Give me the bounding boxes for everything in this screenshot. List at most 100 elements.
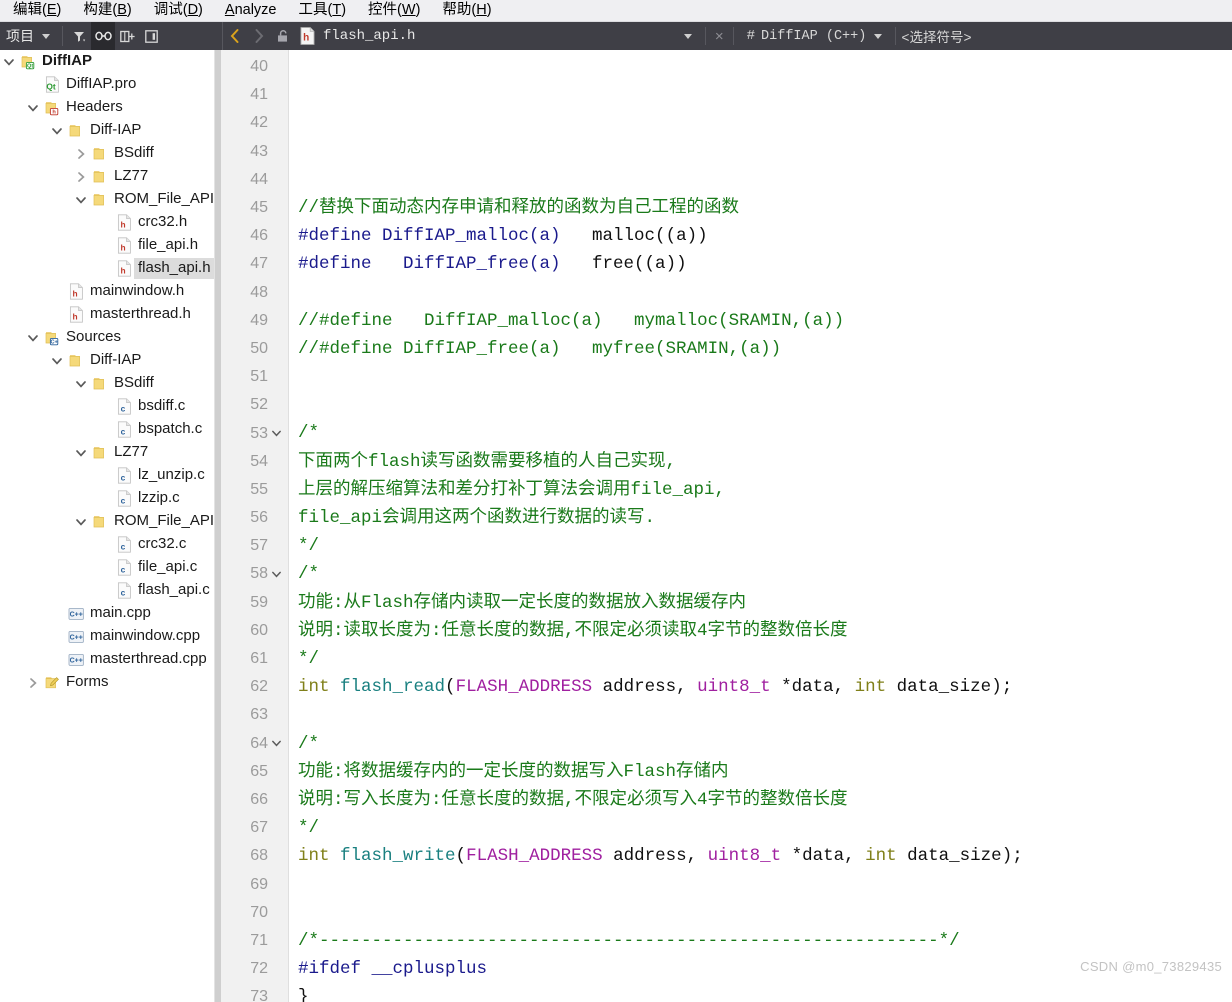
- close-sidebar-icon[interactable]: [139, 22, 163, 50]
- context-combo-dropdown[interactable]: [866, 22, 890, 50]
- tree-item-mainwindow.cpp[interactable]: C++ mainwindow.cpp: [0, 625, 221, 648]
- link-with-editor-icon[interactable]: [91, 22, 115, 50]
- project-selector-dropdown[interactable]: [34, 22, 58, 50]
- code-line-58[interactable]: /*: [298, 560, 1232, 588]
- chevron-down-icon[interactable]: [24, 97, 42, 119]
- tree-item-lzzip.c[interactable]: c lzzip.c: [0, 487, 221, 510]
- tree-item-flash_api.c[interactable]: c flash_api.c: [0, 579, 221, 602]
- menu-item-工具[interactable]: 工具(T): [287, 0, 357, 21]
- tree-item-DiffIAP.pro[interactable]: Qt DiffIAP.pro: [0, 73, 221, 96]
- code-line-70[interactable]: [298, 899, 1232, 927]
- code-line-65[interactable]: 功能:将数据缓存内的一定长度的数据写入Flash存储内: [298, 758, 1232, 786]
- tree-item-main.cpp[interactable]: C++ main.cpp: [0, 602, 221, 625]
- tree-item-LZ77[interactable]: LZ77: [0, 441, 221, 464]
- code-line-55[interactable]: 上层的解压缩算法和差分打补丁算法会调用file_api,: [298, 476, 1232, 504]
- navigate-back-icon[interactable]: [223, 22, 247, 50]
- context-combo[interactable]: DiffIAP (C++): [761, 29, 866, 44]
- code-line-62[interactable]: int flash_read(FLASH_ADDRESS address, ui…: [298, 673, 1232, 701]
- code-line-46[interactable]: #define DiffIAP_malloc(a) malloc((a)): [298, 222, 1232, 250]
- code-line-67[interactable]: */: [298, 814, 1232, 842]
- tree-item-bsdiff.c[interactable]: c bsdiff.c: [0, 395, 221, 418]
- tree-item-crc32.c[interactable]: c crc32.c: [0, 533, 221, 556]
- chevron-down-icon[interactable]: [24, 327, 42, 349]
- tree-item-file_api.h[interactable]: h file_api.h: [0, 234, 221, 257]
- tree-item-lz_unzip.c[interactable]: c lz_unzip.c: [0, 464, 221, 487]
- filter-icon[interactable]: [67, 22, 91, 50]
- code-line-44[interactable]: [298, 166, 1232, 194]
- code-line-41[interactable]: [298, 81, 1232, 109]
- code-line-51[interactable]: [298, 363, 1232, 391]
- code-line-57[interactable]: */: [298, 532, 1232, 560]
- tree-item-BSdiff[interactable]: BSdiff: [0, 372, 221, 395]
- code-line-73[interactable]: }: [298, 983, 1232, 1002]
- chevron-down-icon[interactable]: [72, 511, 90, 533]
- unlocked-icon[interactable]: [271, 22, 295, 50]
- code-line-52[interactable]: [298, 391, 1232, 419]
- code-line-50[interactable]: //#define DiffIAP_free(a) myfree(SRAMIN,…: [298, 335, 1232, 363]
- code-line-45[interactable]: //替换下面动态内存申请和释放的函数为自己工程的函数: [298, 194, 1232, 222]
- tree-item-crc32.h[interactable]: h crc32.h: [0, 211, 221, 234]
- code-line-71[interactable]: /*--------------------------------------…: [298, 927, 1232, 955]
- code-line-68[interactable]: int flash_write(FLASH_ADDRESS address, u…: [298, 842, 1232, 870]
- navigate-forward-icon[interactable]: [247, 22, 271, 50]
- fold-collapse-icon[interactable]: [268, 428, 284, 439]
- menu-item-控件[interactable]: 控件(W): [357, 0, 431, 21]
- project-selector-label[interactable]: 项目: [0, 26, 34, 46]
- tree-item-Forms[interactable]: Forms: [0, 671, 221, 694]
- code-line-60[interactable]: 说明:读取长度为:任意长度的数据,不限定必须读取4字节的整数倍长度: [298, 617, 1232, 645]
- code-line-47[interactable]: #define DiffIAP_free(a) free((a)): [298, 250, 1232, 278]
- chevron-right-icon[interactable]: [24, 672, 42, 694]
- sidebar-scrollbar[interactable]: [214, 50, 221, 1002]
- code-line-43[interactable]: [298, 138, 1232, 166]
- file-list-dropdown[interactable]: [676, 22, 700, 50]
- code-line-54[interactable]: 下面两个flash读写函数需要移植的人自己实现,: [298, 448, 1232, 476]
- chevron-down-icon[interactable]: [72, 442, 90, 464]
- chevron-down-icon[interactable]: [72, 373, 90, 395]
- menu-item-构建[interactable]: 构建(B): [72, 0, 142, 21]
- fold-collapse-icon[interactable]: [268, 738, 284, 749]
- tree-item-LZ77[interactable]: LZ77: [0, 165, 221, 188]
- code-content[interactable]: //替换下面动态内存申请和释放的函数为自己工程的函数 #define DiffIA…: [289, 50, 1232, 1002]
- menu-item-编辑[interactable]: 编辑(E): [2, 0, 72, 21]
- fold-collapse-icon[interactable]: [268, 569, 284, 580]
- code-line-66[interactable]: 说明:写入长度为:任意长度的数据,不限定必须写入4字节的整数倍长度: [298, 786, 1232, 814]
- symbol-selector[interactable]: <选择符号>: [901, 26, 971, 47]
- menu-item-帮助[interactable]: 帮助(H): [431, 0, 502, 21]
- code-line-48[interactable]: [298, 279, 1232, 307]
- menu-item-调试[interactable]: 调试(D): [143, 0, 214, 21]
- tree-item-DiffIAP[interactable]: Qt DiffIAP: [0, 50, 221, 73]
- code-line-61[interactable]: */: [298, 645, 1232, 673]
- code-editor[interactable]: 40 41 42 43 44 45 46 47 48 49 50 51 52 53 54 55 56 57 58 59…: [221, 50, 1232, 1002]
- tree-item-BSdiff[interactable]: BSdiff: [0, 142, 221, 165]
- active-file-tab-label[interactable]: flash_api.h: [323, 28, 415, 44]
- tree-item-mainwindow.h[interactable]: h mainwindow.h: [0, 280, 221, 303]
- tree-item-Headers[interactable]: h Headers: [0, 96, 221, 119]
- code-line-42[interactable]: [298, 109, 1232, 137]
- chevron-down-icon[interactable]: [48, 120, 66, 142]
- tree-item-ROM_File_API[interactable]: ROM_File_API: [0, 188, 221, 211]
- tree-item-bspatch.c[interactable]: c bspatch.c: [0, 418, 221, 441]
- code-line-56[interactable]: file_api会调用这两个函数进行数据的读写.: [298, 504, 1232, 532]
- split-editor-icon[interactable]: [115, 22, 139, 50]
- chevron-right-icon[interactable]: [72, 166, 90, 188]
- code-line-69[interactable]: [298, 870, 1232, 898]
- code-line-63[interactable]: [298, 701, 1232, 729]
- chevron-down-icon[interactable]: [0, 51, 18, 73]
- tree-item-Sources[interactable]: C+ Sources: [0, 326, 221, 349]
- code-line-53[interactable]: /*: [298, 419, 1232, 447]
- chevron-down-icon[interactable]: [48, 350, 66, 372]
- tree-item-masterthread.cpp[interactable]: C++ masterthread.cpp: [0, 648, 221, 671]
- tree-item-flash_api.h[interactable]: h flash_api.h: [0, 257, 221, 280]
- tree-item-Diff-IAP[interactable]: Diff-IAP: [0, 119, 221, 142]
- close-document-button[interactable]: ×: [711, 29, 728, 44]
- code-line-72[interactable]: #ifdef __cplusplus: [298, 955, 1232, 983]
- tree-item-ROM_File_API[interactable]: ROM_File_API: [0, 510, 221, 533]
- chevron-down-icon[interactable]: [72, 189, 90, 211]
- code-line-49[interactable]: //#define DiffIAP_malloc(a) mymalloc(SRA…: [298, 307, 1232, 335]
- menu-item-Analyze[interactable]: Analyze: [214, 0, 288, 21]
- tree-item-masterthread.h[interactable]: h masterthread.h: [0, 303, 221, 326]
- tree-item-Diff-IAP[interactable]: Diff-IAP: [0, 349, 221, 372]
- code-line-40[interactable]: [298, 53, 1232, 81]
- chevron-right-icon[interactable]: [72, 143, 90, 165]
- code-line-59[interactable]: 功能:从Flash存储内读取一定长度的数据放入数据缓存内: [298, 589, 1232, 617]
